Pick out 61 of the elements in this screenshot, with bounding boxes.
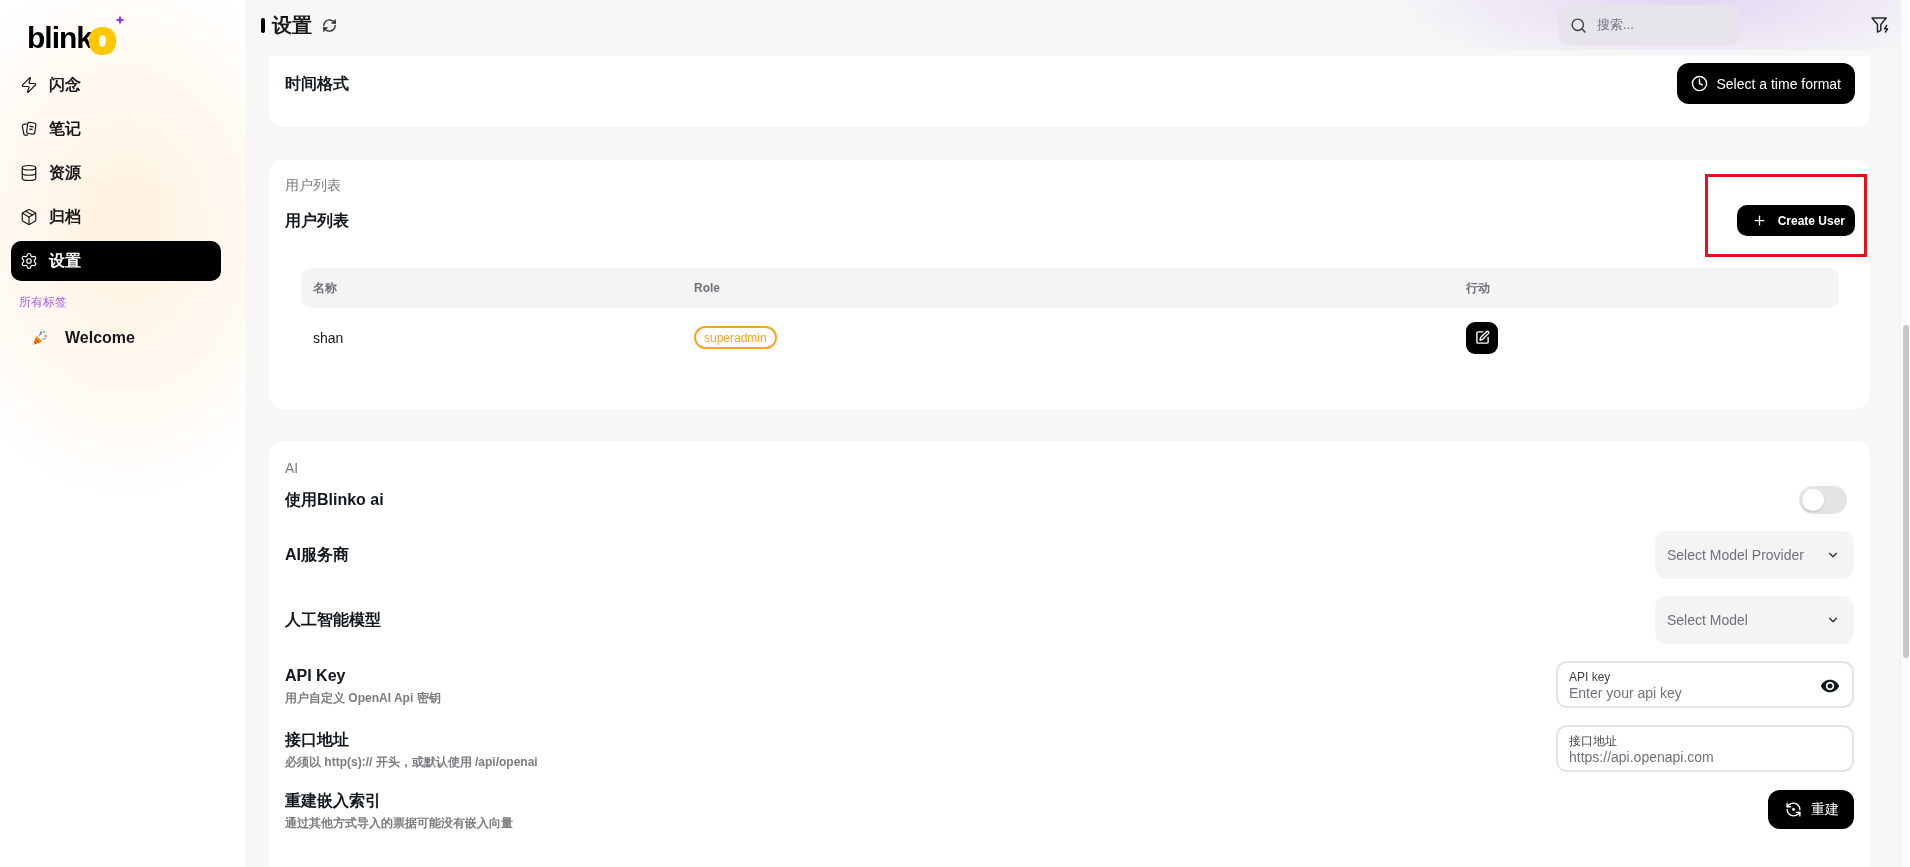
box-icon	[20, 208, 38, 226]
field-label: 接口地址	[1569, 734, 1617, 748]
logo: blinko	[27, 18, 116, 54]
cards-icon	[20, 120, 38, 138]
filter-icon	[1870, 15, 1890, 35]
setting-description: 通过其他方式导入的票据可能没有嵌入向量	[285, 816, 513, 830]
database-icon	[20, 164, 38, 182]
nav-item[interactable]: 资源	[11, 153, 221, 193]
search-field[interactable]: 搜索...	[1558, 5, 1740, 45]
section-title: 用户列表	[285, 176, 341, 195]
refresh-icon	[1785, 801, 1802, 818]
create-user-button[interactable]: Create User	[1736, 205, 1855, 236]
bar-icon	[261, 17, 265, 33]
input-field[interactable]: 接口地址 https://api.openapi.com	[1556, 725, 1854, 772]
field-label: API key	[1569, 670, 1611, 684]
setting-label: AI服务商	[285, 545, 349, 565]
toggle-switch[interactable]	[1799, 486, 1847, 514]
plus-icon	[1751, 213, 1767, 228]
text-input[interactable]: https://api.openapi.com	[1569, 748, 1750, 766]
settings-icon	[20, 252, 38, 270]
filter-button[interactable]	[1870, 15, 1890, 35]
input-field[interactable]: API key Enter your api key	[1556, 661, 1854, 708]
text-input[interactable]: Enter your api key	[1569, 684, 1750, 702]
tag-item[interactable]: Welcome	[11, 322, 221, 354]
dropdown[interactable]: Select Model	[1655, 596, 1854, 644]
setting-label: API Key	[285, 666, 346, 686]
dropdown[interactable]: Select Model Provider	[1655, 531, 1854, 579]
column-header: 名称	[312, 279, 338, 297]
clock-icon	[1690, 75, 1708, 92]
nav-item[interactable]: 设置	[11, 241, 221, 281]
setting-description: 用户自定义 OpenAI Api 密钥	[285, 691, 441, 705]
setting-label: 人工智能模型	[285, 610, 381, 630]
refresh-icon	[322, 17, 337, 33]
table-cell-text: shan	[312, 329, 345, 346]
rebuild-button[interactable]: 重建	[1768, 790, 1854, 829]
sparkle-icon	[114, 15, 125, 25]
column-header: Role	[693, 281, 721, 295]
edit-icon	[1474, 330, 1490, 345]
scrollbar-thumb[interactable]	[1902, 325, 1909, 658]
nav-item[interactable]: 笔记	[11, 109, 221, 149]
setting-label: 使用Blinko ai	[285, 490, 384, 510]
party-popper-icon	[32, 330, 48, 346]
column-header: 行动	[1465, 279, 1491, 297]
setting-label: 重建嵌入索引	[285, 791, 381, 811]
lightning-icon	[20, 76, 38, 94]
setting-description: 必须以 http(s):// 开头，或默认使用 /api/openai	[285, 755, 538, 769]
card-title: 用户列表	[285, 210, 349, 231]
time-format-button[interactable]: Select a time format	[1676, 63, 1855, 104]
nav-item[interactable]: 闪念	[11, 65, 221, 105]
setting-label: 接口地址	[285, 730, 349, 750]
page-title: 设置	[272, 13, 312, 38]
section-title: AI	[285, 459, 299, 478]
search-input[interactable]: 搜索...	[1597, 16, 1728, 34]
tags-heading: 所有标签	[19, 294, 67, 310]
role-badge: superadmin	[694, 326, 777, 349]
scrollbar[interactable]	[1900, 0, 1910, 867]
nav-item[interactable]: 归档	[11, 197, 221, 237]
refresh-button[interactable]	[322, 17, 337, 33]
search-icon	[1570, 16, 1587, 34]
edit-button[interactable]	[1466, 321, 1498, 354]
setting-label: 时间格式	[285, 73, 349, 94]
